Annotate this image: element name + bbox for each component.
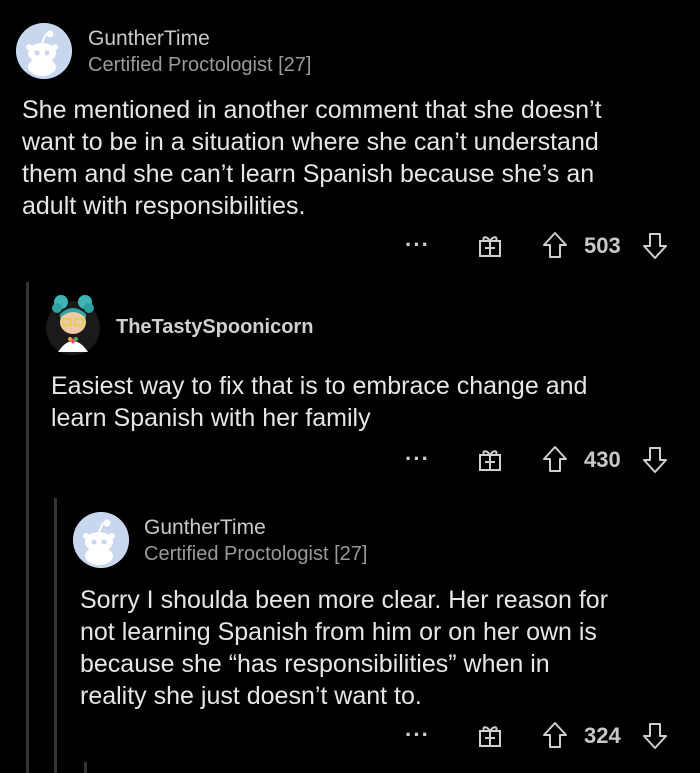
reddit-snoo-avatar-icon: [73, 512, 129, 568]
award-icon[interactable]: [477, 722, 503, 748]
downvote-arrow-icon[interactable]: [642, 722, 668, 750]
thread-line-level-2[interactable]: [54, 498, 57, 773]
award-icon[interactable]: [477, 232, 503, 258]
upvote-arrow-icon[interactable]: [542, 231, 568, 259]
avatar[interactable]: [73, 512, 129, 568]
user-flair: Certified Proctologist [27]: [88, 54, 312, 76]
comment-line: because she “has responsibilities” when …: [80, 650, 550, 678]
username[interactable]: GuntherTime: [88, 27, 210, 51]
upvote-arrow-icon[interactable]: [542, 721, 568, 749]
award-icon[interactable]: [477, 446, 503, 472]
custom-avatar-icon: [46, 295, 100, 355]
downvote-arrow-icon[interactable]: [642, 232, 668, 260]
comment-line: not learning Spanish from him or on her …: [80, 618, 597, 646]
comment-body: Sorry I shoulda been more clear. Her rea…: [80, 584, 608, 712]
comment-line: She mentioned in another comment that sh…: [22, 96, 602, 124]
reddit-snoo-avatar-icon: [16, 23, 72, 79]
more-options-icon[interactable]: ···: [405, 722, 430, 748]
upvote-arrow-icon[interactable]: [542, 445, 568, 473]
comment-line: Easiest way to fix that is to embrace ch…: [51, 372, 588, 400]
comment-body: Easiest way to fix that is to embrace ch…: [51, 370, 587, 434]
avatar[interactable]: [44, 292, 102, 356]
more-options-icon[interactable]: ···: [405, 446, 430, 472]
vote-score: 324: [584, 723, 621, 748]
user-flair: Certified Proctologist [27]: [144, 543, 368, 565]
downvote-arrow-icon[interactable]: [642, 446, 668, 474]
thread-line-level-3[interactable]: [84, 762, 87, 773]
comment-line: them and she can’t learn Spanish because…: [22, 160, 595, 188]
username[interactable]: TheTastySpoonicorn: [116, 316, 313, 339]
more-options-icon[interactable]: ···: [405, 232, 430, 258]
comment-line: reality she just doesn’t want to.: [80, 682, 422, 710]
comment-line: learn Spanish with her family: [51, 404, 371, 432]
username[interactable]: GuntherTime: [144, 516, 266, 540]
vote-score: 503: [584, 233, 621, 258]
avatar[interactable]: [16, 23, 72, 79]
comment-line: want to be in a situation where she can’…: [22, 128, 599, 156]
thread-line-level-1[interactable]: [26, 282, 29, 773]
comment-line: adult with responsibilities.: [22, 192, 306, 220]
comment-body: She mentioned in another comment that sh…: [22, 94, 602, 222]
comment-line: Sorry I shoulda been more clear. Her rea…: [80, 586, 609, 614]
vote-score: 430: [584, 447, 621, 472]
